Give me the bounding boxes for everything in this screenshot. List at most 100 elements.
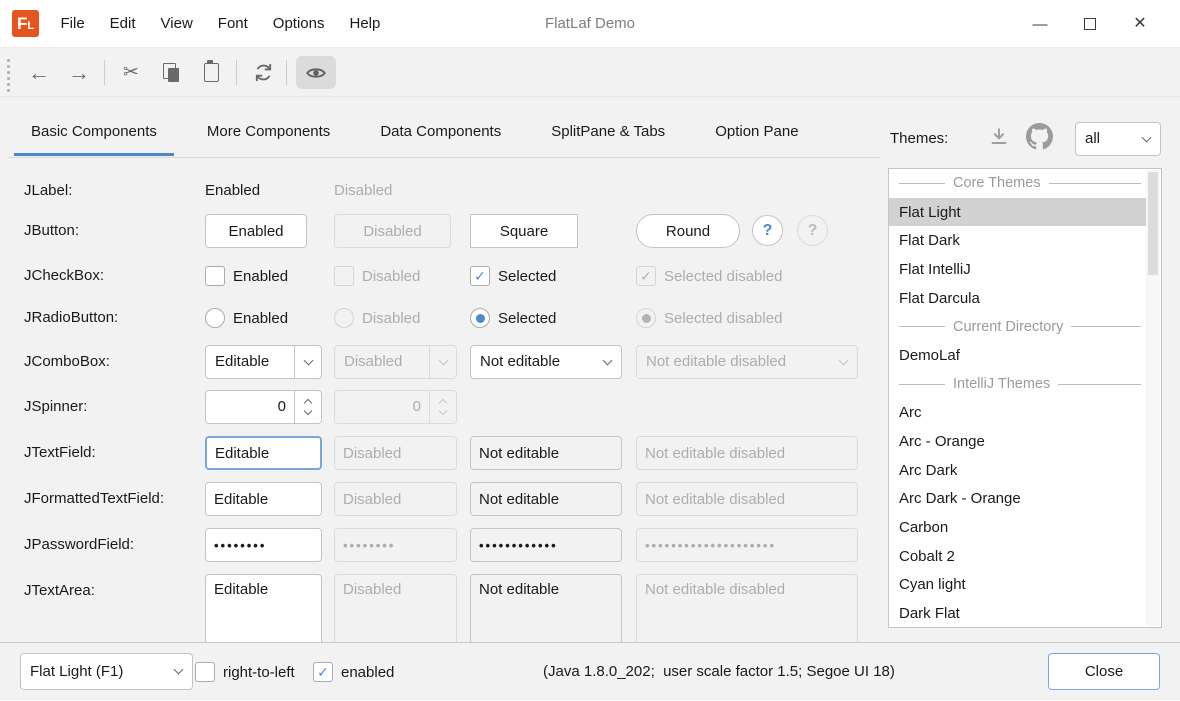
theme-filter-combobox[interactable]: all: [1075, 122, 1161, 156]
checkbox-selected[interactable]: ✓Selected: [470, 259, 556, 293]
formatted-textfield-not-editable: [470, 482, 622, 516]
formatted-editable-input[interactable]: [206, 483, 321, 515]
toolbar-grip-handle[interactable]: [7, 59, 10, 92]
menu-font[interactable]: Font: [205, 0, 260, 48]
theme-list-item[interactable]: Flat Light: [889, 198, 1146, 227]
tab-splitpane-tabs[interactable]: SplitPane & Tabs: [534, 109, 682, 157]
row-jpasswordfield: JPasswordField:: [0, 528, 880, 562]
square-button[interactable]: Square: [470, 214, 578, 248]
toolbar: ← → ✂: [0, 48, 1180, 97]
theme-list-item[interactable]: Cobalt 2: [889, 542, 1146, 571]
cut-button[interactable]: ✂: [112, 56, 150, 89]
minimize-button[interactable]: —: [1015, 0, 1065, 48]
show-hidden-toggle-button[interactable]: [296, 56, 336, 89]
help-button-disabled: ?: [797, 215, 828, 246]
spinner[interactable]: 0: [205, 390, 322, 424]
enabled-checkbox[interactable]: ✓ enabled: [313, 643, 394, 701]
textfield-not-editable-disabled-input: [637, 437, 857, 469]
checkbox-checked-icon[interactable]: ✓: [313, 662, 333, 682]
refresh-button[interactable]: [244, 56, 282, 89]
paste-icon: [204, 63, 219, 82]
tab-option-pane[interactable]: Option Pane: [698, 109, 815, 157]
theme-list-item[interactable]: Flat Dark: [889, 226, 1146, 255]
theme-list-item[interactable]: Cyan light: [889, 571, 1146, 600]
formatted-textfield-editable[interactable]: [205, 482, 322, 516]
radio-selected[interactable]: Selected: [470, 301, 556, 335]
close-button[interactable]: Close: [1048, 653, 1160, 690]
eye-icon: [305, 62, 327, 84]
checkbox-icon[interactable]: [205, 266, 225, 286]
passwordfield-not-editable-disabled: [636, 528, 858, 562]
radio-selected-icon[interactable]: [470, 308, 490, 328]
combobox-not-editable-disabled: Not editable disabled: [636, 345, 858, 379]
menu-view[interactable]: View: [148, 0, 205, 48]
formatted-not-editable-disabled-input: [637, 483, 857, 515]
textfield-disabled: [334, 436, 457, 470]
enabled-button[interactable]: Enabled: [205, 214, 307, 248]
tab-data-components[interactable]: Data Components: [363, 109, 518, 157]
textarea-editable[interactable]: Editable: [205, 574, 322, 642]
combobox-editable[interactable]: Editable: [205, 345, 322, 379]
theme-list-item[interactable]: Arc Dark: [889, 456, 1146, 485]
laf-combobox[interactable]: Flat Light (F1): [20, 653, 193, 690]
close-window-button[interactable]: ✕: [1115, 0, 1165, 48]
right-to-left-checkbox[interactable]: right-to-left: [195, 643, 295, 701]
theme-list-item[interactable]: Flat Darcula: [889, 284, 1146, 313]
menu-file[interactable]: File: [48, 0, 97, 48]
combobox-arrow[interactable]: [1133, 123, 1160, 155]
radio-icon[interactable]: [205, 308, 225, 328]
checkbox-selected-disabled: ✓Selected disabled: [636, 259, 782, 293]
back-button[interactable]: ←: [20, 56, 58, 89]
theme-list-scrollbar[interactable]: [1146, 170, 1160, 626]
theme-list-separator: IntelliJ Themes: [889, 370, 1161, 399]
textfield-editable[interactable]: [205, 436, 322, 470]
combobox-arrow[interactable]: [165, 654, 192, 689]
chevron-down-icon: [839, 355, 849, 365]
formatted-not-editable-input: [471, 483, 621, 515]
combobox-arrow[interactable]: [594, 346, 621, 378]
paste-button[interactable]: [192, 56, 230, 89]
password-editable-input[interactable]: [206, 529, 321, 561]
scrollbar-thumb[interactable]: [1148, 172, 1158, 275]
menu-help[interactable]: Help: [337, 0, 393, 48]
chevron-down-icon: [303, 355, 313, 365]
passwordfield-editable[interactable]: [205, 528, 322, 562]
menu-options[interactable]: Options: [260, 0, 337, 48]
textfield-editable-input[interactable]: [207, 438, 320, 468]
minimize-icon: —: [1033, 17, 1048, 32]
theme-list-item[interactable]: Flat IntelliJ: [889, 255, 1146, 284]
row-label: JCheckBox:: [24, 259, 104, 293]
help-button[interactable]: ?: [752, 215, 783, 246]
tab-basic-components[interactable]: Basic Components: [14, 109, 174, 157]
spinner-buttons[interactable]: [294, 391, 321, 423]
radio-enabled[interactable]: Enabled: [205, 301, 288, 335]
checkbox-icon[interactable]: [195, 662, 215, 682]
round-button[interactable]: Round: [636, 214, 740, 248]
combobox-arrow: [429, 346, 456, 378]
theme-list-item[interactable]: Arc Dark - Orange: [889, 485, 1146, 514]
row-label: JPasswordField:: [24, 528, 134, 562]
app-icon[interactable]: FL: [12, 10, 39, 37]
forward-button[interactable]: →: [60, 56, 98, 89]
checkbox-checked-icon[interactable]: ✓: [470, 266, 490, 286]
row-jtextfield: JTextField:: [0, 436, 880, 470]
tab-more-components[interactable]: More Components: [190, 109, 347, 157]
radio-disabled: Disabled: [334, 301, 420, 335]
combobox-arrow[interactable]: [294, 346, 321, 378]
forward-icon: →: [68, 62, 90, 84]
theme-list-item[interactable]: DemoLaf: [889, 341, 1146, 370]
combobox-not-editable[interactable]: Not editable: [470, 345, 622, 379]
download-themes-button[interactable]: [988, 126, 1010, 148]
checkbox-enabled[interactable]: Enabled: [205, 259, 288, 293]
spinner-buttons: [429, 391, 456, 423]
theme-list-item[interactable]: Arc - Orange: [889, 427, 1146, 456]
copy-button[interactable]: [152, 56, 190, 89]
maximize-button[interactable]: [1065, 0, 1115, 48]
row-label: JTextArea:: [24, 574, 95, 608]
theme-list-item[interactable]: Dark Flat: [889, 599, 1146, 628]
github-button[interactable]: [1026, 123, 1053, 150]
theme-list-item[interactable]: Carbon: [889, 513, 1146, 542]
menu-edit[interactable]: Edit: [97, 0, 148, 48]
radio-selected-disabled: Selected disabled: [636, 301, 782, 335]
theme-list-item[interactable]: Arc: [889, 399, 1146, 428]
